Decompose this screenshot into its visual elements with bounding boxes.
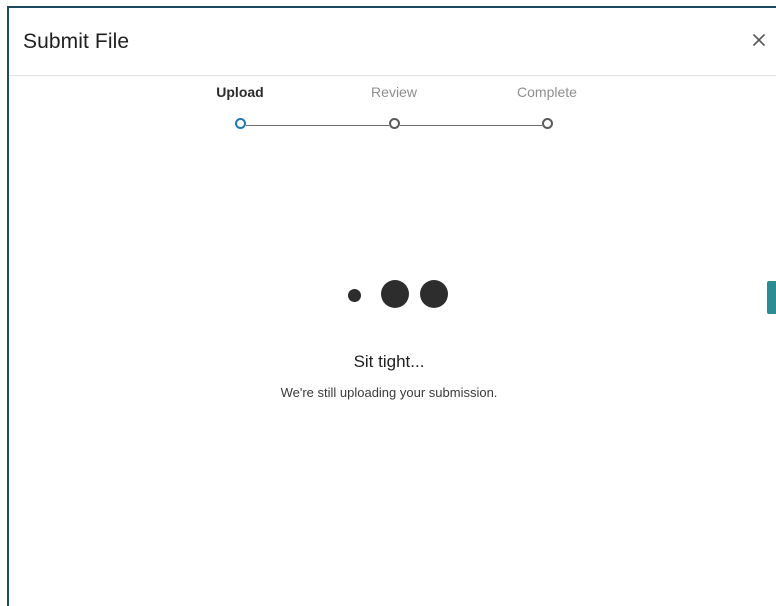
close-icon: [753, 34, 765, 46]
loading-dot-large: [420, 280, 448, 308]
dialog-header: Submit File: [9, 8, 776, 76]
step-label-upload: Upload: [216, 84, 264, 100]
step-label-review: Review: [371, 84, 417, 100]
close-button[interactable]: [749, 30, 769, 50]
step-connector-1: [246, 125, 389, 126]
step-label-complete: Complete: [517, 84, 577, 100]
loading-dot-large: [381, 280, 409, 308]
step-connector-2: [400, 125, 542, 126]
step-indicator-complete: [542, 118, 553, 129]
loading-dot-small: [348, 289, 361, 302]
loading-message: We're still uploading your submission.: [280, 385, 498, 400]
side-panel-tab[interactable]: [767, 281, 776, 314]
step-indicator-review: [389, 118, 400, 129]
step-indicator-upload: [235, 118, 246, 129]
loading-heading: Sit tight...: [353, 352, 425, 371]
dialog-title: Submit File: [23, 30, 130, 53]
